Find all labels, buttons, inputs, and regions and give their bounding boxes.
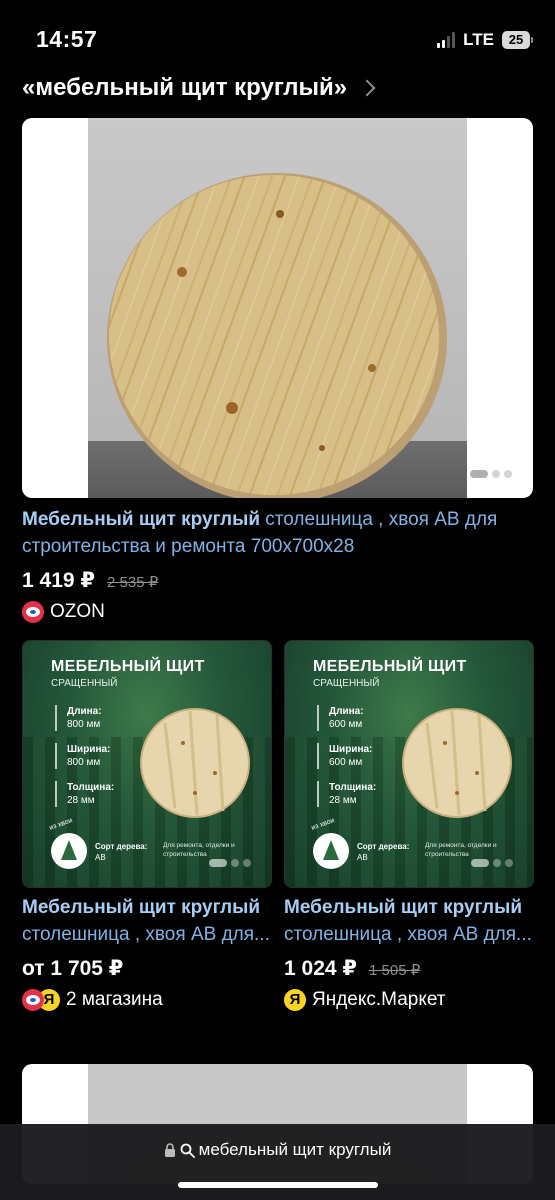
product-image-1[interactable] [22,118,533,498]
product-old-price: 2 535 ₽ [107,574,159,591]
address-text[interactable]: мебельный щит круглый [199,1140,392,1160]
usage-note: Для ремонта, отделки и строительства [425,842,497,858]
ozon-logo-icon [22,601,44,623]
price-row: 1 024 ₽ 1 505 ₽ [284,956,534,981]
image-heading: МЕБЕЛЬНЫЙ ЩИТ [51,658,205,675]
browser-bottom-bar: мебельный щит круглый [0,1124,555,1200]
product-image-3[interactable]: МЕБЕЛЬНЫЙ ЩИТ СРАЩЕННЫЙ Длина: 600 мм Шир… [284,640,534,888]
product-title[interactable]: Мебельный щит круглый столешница , хвоя … [22,506,533,560]
round-board-image [140,708,250,818]
spec-length: Длина: 600 мм [317,705,364,731]
image-pagination [471,859,513,867]
chevron-right-icon[interactable] [358,79,376,97]
shop-name: 2 магазина [66,989,163,1010]
signal-icon [437,32,456,48]
image-pagination [209,859,251,867]
search-query-title[interactable]: «мебельный щит круглый» [22,74,347,102]
product-title[interactable]: Мебельный щит круглый столешница , хвоя … [284,894,534,948]
image-pagination [470,470,512,478]
lock-icon [164,1143,175,1157]
product-price: 1 024 ₽ [284,957,357,980]
network-type: LTE [463,30,494,49]
price-row: от 1 705 ₽ [22,956,272,981]
product-title[interactable]: Мебельный щит круглый столешница , хвоя … [22,894,272,948]
shop-logos: Я [22,989,60,1011]
usage-note: Для ремонта, отделки и строительства [163,842,235,858]
spec-length: Длина: 800 мм [55,705,102,731]
shop-row[interactable]: OZON [22,601,533,623]
tree-icon [51,833,87,869]
yandex-market-logo-icon: Я [284,989,306,1011]
shop-row[interactable]: Я Яндекс.Маркет [284,989,534,1011]
image-heading: МЕБЕЛЬНЫЙ ЩИТ [313,658,467,675]
image-subheading: СРАЩЕННЫЙ [51,678,118,689]
image-subheading: СРАЩЕННЫЙ [313,678,380,689]
round-board-image [402,708,512,818]
wood-sort: Сорт дерева: АВ [357,842,410,862]
battery-icon: 25 [502,31,533,49]
tree-icon [313,833,349,869]
product-card-3[interactable]: Мебельный щит круглый столешница , хвоя … [284,894,534,1011]
status-bar: 14:57 LTE 25 [0,0,555,80]
shop-name: Яндекс.Маркет [312,989,446,1010]
spec-width: Ширина: 600 мм [317,743,372,769]
price-row: 1 419 ₽ 2 535 ₽ [22,568,533,593]
battery-level: 25 [502,31,530,49]
home-indicator[interactable] [178,1182,378,1188]
shop-row[interactable]: Я 2 магазина [22,989,272,1011]
status-time: 14:57 [36,26,98,52]
search-query-header[interactable]: «мебельный щит круглый» [22,70,533,106]
product-price: от 1 705 ₽ [22,957,124,980]
product-card-2[interactable]: Мебельный щит круглый столешница , хвоя … [22,894,272,1011]
ozon-logo-icon [22,989,44,1011]
status-indicators: LTE 25 [437,30,533,50]
product-image-2[interactable]: МЕБЕЛЬНЫЙ ЩИТ СРАЩЕННЫЙ Длина: 800 мм Шир… [22,640,272,888]
product-price: 1 419 ₽ [22,569,95,592]
address-bar[interactable]: мебельный щит круглый [0,1140,555,1160]
wood-sort: Сорт дерева: АВ [95,842,148,862]
shop-name: OZON [50,601,105,622]
spec-thickness: Толщина: 28 мм [55,781,114,807]
product-card-1[interactable]: Мебельный щит круглый столешница , хвоя … [22,506,533,623]
search-icon [180,1143,195,1158]
spec-width: Ширина: 800 мм [55,743,110,769]
round-wood-board-image [107,173,447,498]
product-old-price: 1 505 ₽ [369,962,421,979]
spec-thickness: Толщина: 28 мм [317,781,376,807]
